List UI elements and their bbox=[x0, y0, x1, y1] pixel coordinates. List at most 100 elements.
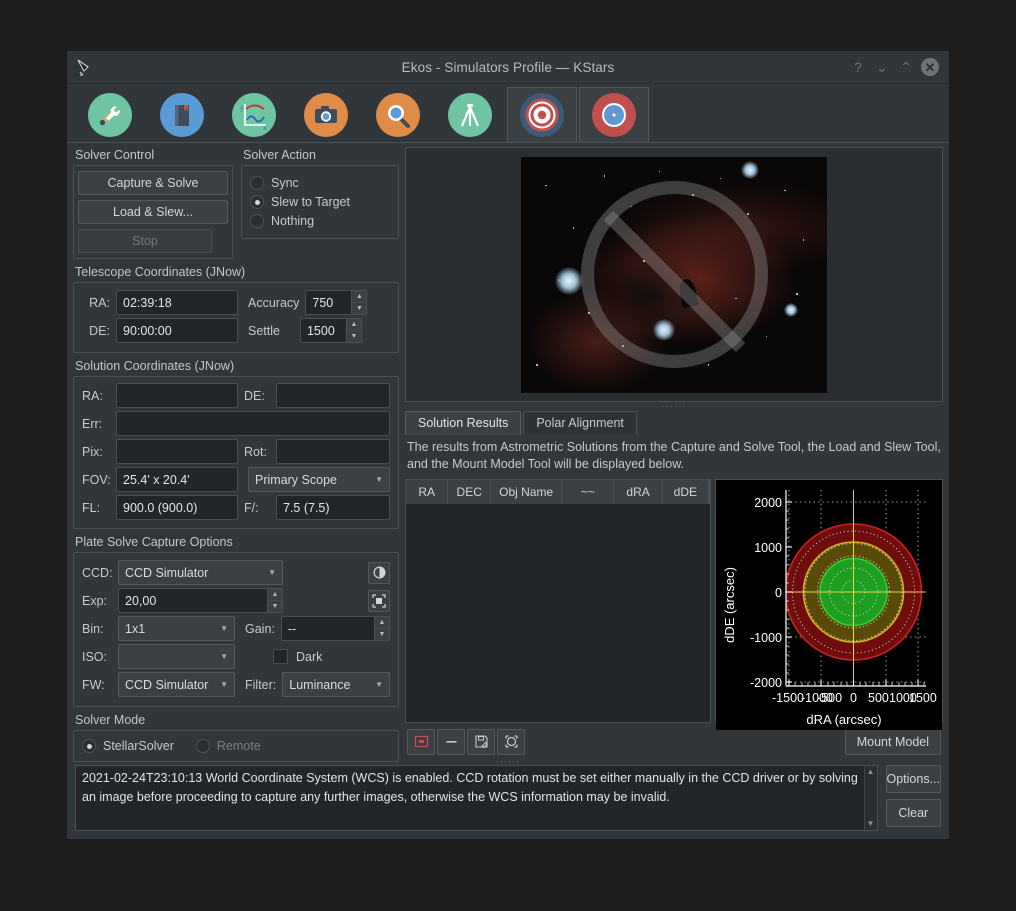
polar-plot-svg: dDE (arcsec) dRA (arcsec) 2000 1000 0 -1… bbox=[716, 480, 942, 730]
main-body: Solver Control Capture & Solve Load & Sl… bbox=[67, 143, 949, 762]
fl-field[interactable]: 900.0 (900.0) bbox=[116, 495, 238, 520]
mount-model-button[interactable]: Mount Model bbox=[844, 728, 941, 755]
radio-remote[interactable]: Remote bbox=[195, 739, 261, 753]
stop-button[interactable]: Stop bbox=[78, 229, 212, 253]
svg-text:-1500: -1500 bbox=[772, 691, 804, 705]
help-button[interactable]: ? bbox=[847, 56, 869, 78]
log-text-box[interactable]: 2021-02-24T23:10:13 World Coordinate Sys… bbox=[75, 765, 878, 831]
solver-action-title: Solver Action bbox=[243, 148, 316, 162]
fov-field[interactable]: 25.4' x 20.4' bbox=[116, 467, 238, 492]
splitter-handle[interactable]: ······ bbox=[405, 401, 943, 412]
column-dra[interactable]: dRA bbox=[614, 480, 663, 504]
options-button[interactable]: Options... bbox=[885, 765, 941, 793]
solution-results-table[interactable]: RA DEC Obj Name ~~ dRA dDE bbox=[405, 479, 711, 723]
spinner-arrows[interactable]: ▲ ▼ bbox=[345, 319, 361, 342]
capture-and-solve-button[interactable]: Capture & Solve bbox=[78, 171, 228, 195]
radio-label: Nothing bbox=[271, 214, 315, 228]
close-button[interactable]: ✕ bbox=[919, 56, 941, 78]
radio-label: StellarSolver bbox=[103, 739, 174, 753]
eye-preview-icon[interactable] bbox=[368, 561, 390, 584]
no-image-prohibition-icon bbox=[580, 181, 768, 368]
fit-frame-icon[interactable] bbox=[368, 589, 390, 612]
filter-select[interactable]: Luminance ▼ bbox=[282, 672, 390, 697]
tab-focus[interactable] bbox=[363, 87, 433, 142]
exposure-value: 20,00 bbox=[125, 593, 157, 608]
capture-options-title: Plate Solve Capture Options bbox=[75, 535, 233, 549]
load-and-slew-button[interactable]: Load & Slew... bbox=[78, 200, 228, 224]
column-dde[interactable]: dDE bbox=[663, 480, 710, 504]
spinner-arrows[interactable]: ▲ ▼ bbox=[374, 617, 389, 640]
tab-guide[interactable] bbox=[579, 87, 649, 142]
filter-select-value: Luminance bbox=[289, 677, 351, 692]
tab-analyze[interactable]: y x bbox=[219, 87, 289, 142]
exposure-spinbox[interactable]: 20,00 ▲ ▼ bbox=[118, 588, 283, 613]
filter-wheel-select[interactable]: CCD Simulator ▼ bbox=[118, 672, 235, 697]
image-preview[interactable] bbox=[405, 147, 943, 402]
dark-checkbox[interactable] bbox=[273, 649, 288, 664]
log-area: 2021-02-24T23:10:13 World Coordinate Sys… bbox=[67, 765, 949, 839]
log-splitter-handle[interactable]: ······ bbox=[67, 756, 949, 766]
tab-capture[interactable] bbox=[291, 87, 361, 142]
solution-ra-field[interactable] bbox=[116, 383, 238, 408]
solver-mode-group: Solver Mode StellarSolver Remote bbox=[73, 712, 399, 762]
polar-error-plot: dDE (arcsec) dRA (arcsec) 2000 1000 0 -1… bbox=[715, 479, 943, 730]
tripod-icon bbox=[448, 93, 492, 137]
column-tilde[interactable]: ~~ bbox=[562, 480, 615, 504]
solution-pix-field[interactable] bbox=[116, 439, 238, 464]
telescope-de-field[interactable]: 90:00:00 bbox=[116, 318, 238, 343]
solution-rot-field[interactable] bbox=[276, 439, 390, 464]
spinner-arrows[interactable]: ▲ ▼ bbox=[351, 291, 367, 314]
accuracy-spinbox[interactable]: 750 ▲ ▼ bbox=[305, 290, 368, 315]
scope-select[interactable]: Primary Scope ▼ bbox=[248, 467, 390, 492]
target-crosshair-icon[interactable] bbox=[497, 728, 525, 755]
solution-coordinates-title: Solution Coordinates (JNow) bbox=[75, 359, 235, 373]
settle-value: 1500 bbox=[306, 323, 335, 338]
radio-slew-to-target[interactable]: Slew to Target bbox=[250, 195, 390, 209]
tab-solution-results[interactable]: Solution Results bbox=[405, 411, 522, 435]
radio-sync[interactable]: Sync bbox=[250, 176, 390, 190]
save-disk-icon[interactable] bbox=[467, 728, 495, 755]
minimize-button[interactable]: ⌄ bbox=[871, 56, 893, 78]
tab-mount[interactable] bbox=[435, 87, 505, 142]
tab-label: Solution Results bbox=[418, 416, 509, 430]
fov-label: FOV: bbox=[82, 472, 111, 487]
chevron-down-icon: ▼ bbox=[220, 652, 228, 661]
settle-spinbox[interactable]: 1500 ▲ ▼ bbox=[299, 318, 362, 343]
minus-icon[interactable] bbox=[437, 728, 465, 755]
stop-record-icon[interactable] bbox=[407, 728, 435, 755]
solution-de-field[interactable] bbox=[276, 383, 390, 408]
maximize-button[interactable]: ⌃ bbox=[895, 56, 917, 78]
svg-text:-2000: -2000 bbox=[750, 676, 782, 690]
focal-ratio-field[interactable]: 7.5 (7.5) bbox=[276, 495, 390, 520]
telescope-ra-field[interactable]: 02:39:18 bbox=[116, 290, 238, 315]
bin-select[interactable]: 1x1 ▼ bbox=[118, 616, 235, 641]
tab-scheduler[interactable] bbox=[147, 87, 217, 142]
module-tab-strip: y x bbox=[67, 84, 949, 143]
clear-button[interactable]: Clear bbox=[885, 799, 941, 827]
ccd-select[interactable]: CCD Simulator ▼ bbox=[118, 560, 283, 585]
chevron-down-icon: ▼ bbox=[268, 568, 276, 577]
log-scrollbar[interactable]: ▲ ▼ bbox=[863, 766, 877, 830]
radio-nothing[interactable]: Nothing bbox=[250, 214, 390, 228]
column-dec[interactable]: DEC bbox=[448, 480, 491, 504]
radio-stellarsolver[interactable]: StellarSolver bbox=[82, 739, 174, 753]
column-filler bbox=[709, 480, 711, 504]
fw-label: FW: bbox=[82, 677, 105, 692]
svg-text:2000: 2000 bbox=[754, 496, 782, 510]
right-panel: ······ Solution Results Polar Alignment … bbox=[405, 147, 943, 757]
gain-spinbox[interactable]: -- ▲ ▼ bbox=[280, 616, 390, 641]
svg-text:-1000: -1000 bbox=[750, 631, 782, 645]
tab-setup[interactable] bbox=[75, 87, 145, 142]
telescope-de-label: DE: bbox=[89, 323, 110, 338]
column-ra[interactable]: RA bbox=[406, 480, 449, 504]
tab-align[interactable] bbox=[507, 87, 577, 142]
column-obj-name[interactable]: Obj Name bbox=[491, 480, 563, 504]
svg-text:x: x bbox=[263, 124, 267, 131]
iso-select[interactable]: ▼ bbox=[118, 644, 235, 669]
chevron-down-icon: ▼ bbox=[220, 624, 228, 633]
radio-label: Remote bbox=[216, 739, 261, 753]
solution-err-field[interactable] bbox=[116, 411, 390, 436]
spinner-arrows[interactable]: ▲ ▼ bbox=[267, 589, 282, 612]
tab-polar-alignment[interactable]: Polar Alignment bbox=[523, 411, 637, 435]
camera-icon bbox=[304, 93, 348, 137]
